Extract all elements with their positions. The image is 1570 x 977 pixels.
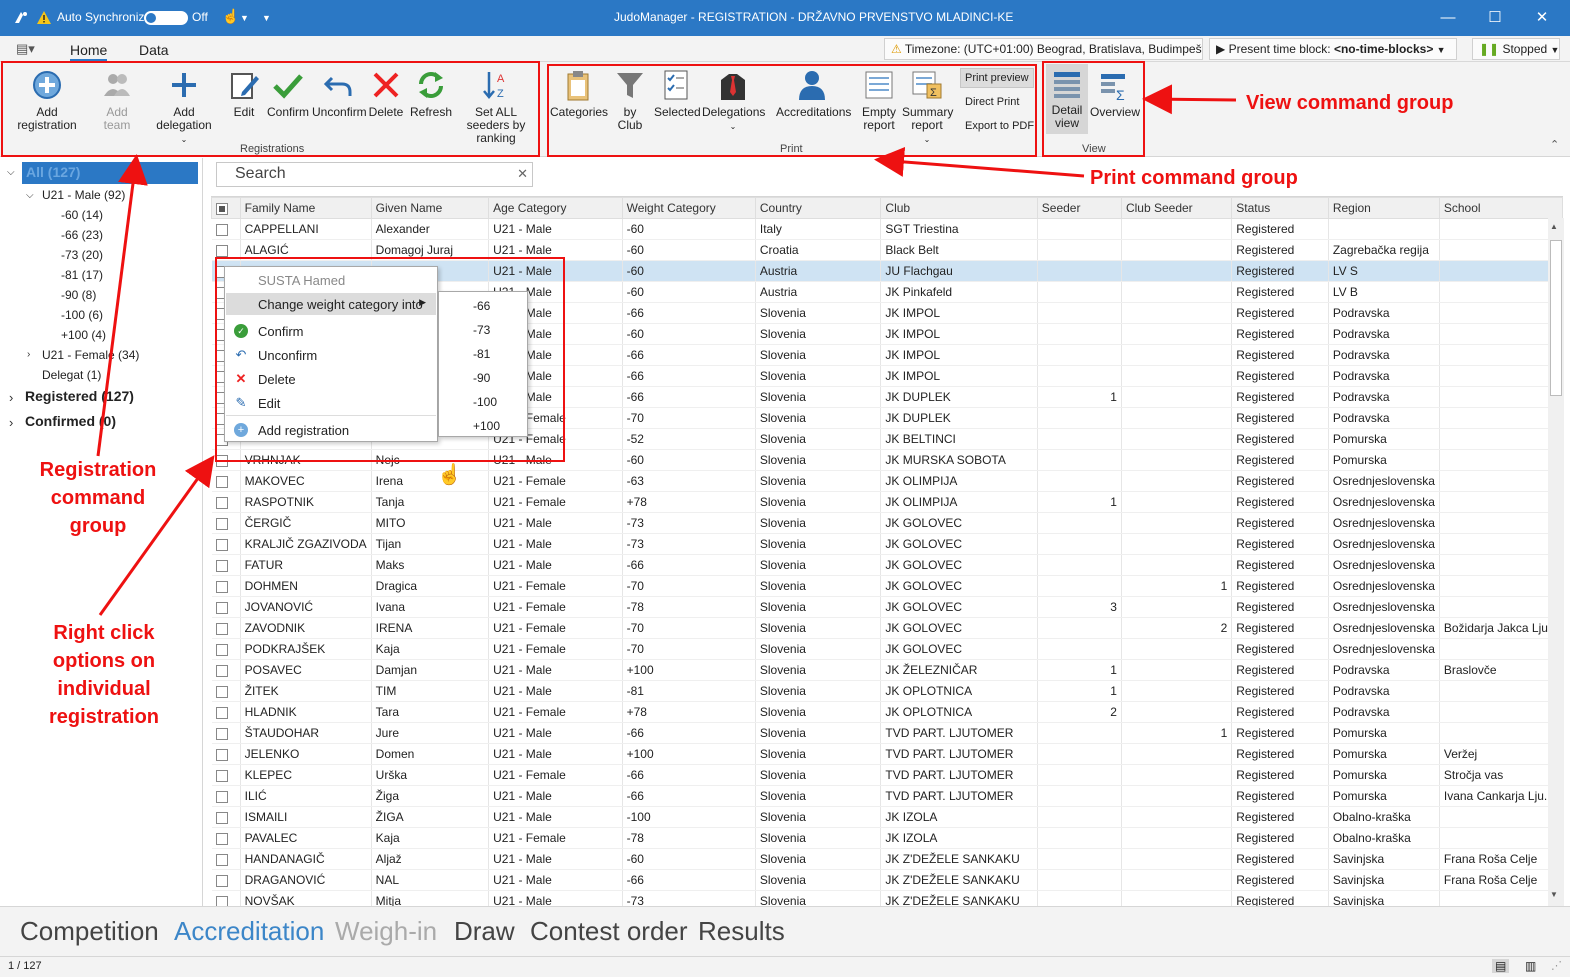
rightclick-annotation: Right click options on individual regist… [48,622,160,728]
print-annotation: Print command group [1090,167,1298,189]
registration-annotation: Registration command group [39,459,157,537]
view-annotation: View command group [1246,92,1454,114]
annotation-arrows [96,84,1237,616]
